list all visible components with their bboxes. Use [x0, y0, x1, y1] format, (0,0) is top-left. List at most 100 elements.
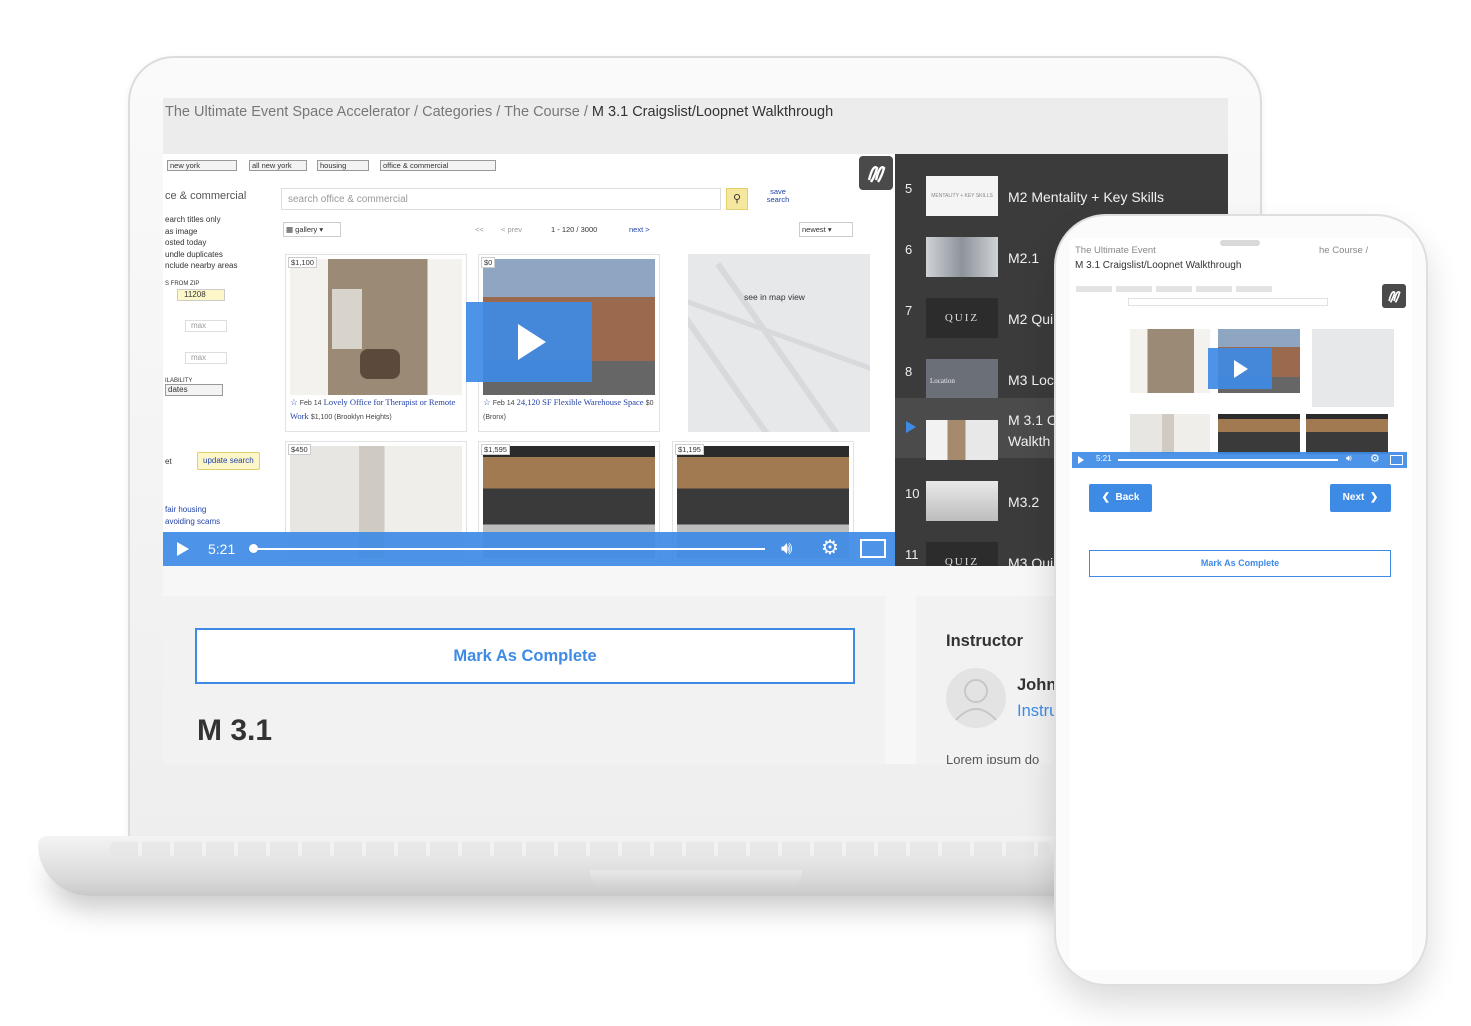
playlist-item-title: M2 Mentality + Key Skills	[1008, 189, 1164, 205]
phone-breadcrumb-end[interactable]: he Course /	[1319, 245, 1368, 256]
gear-icon[interactable]: ⚙︎	[821, 538, 839, 558]
phone-listing-image	[1130, 414, 1210, 454]
playlist-item-number: 5	[905, 181, 913, 196]
instructor-bio: Lorem ipsum do	[946, 752, 1040, 764]
chevron-right-icon: ❯	[1369, 492, 1379, 503]
phone-video-progress-track[interactable]	[1118, 459, 1338, 461]
phone-video-controls: 5:21 🔊︎ ⚙︎	[1072, 452, 1407, 468]
phone-map	[1312, 329, 1394, 407]
cl-max-input: max	[185, 320, 227, 332]
fullscreen-icon[interactable]	[860, 539, 886, 558]
phone-mark-complete-button[interactable]: Mark As Complete	[1089, 550, 1391, 577]
cl-update-search-button: update search	[197, 452, 260, 470]
video-player[interactable]: new york all new york housing office & c…	[163, 154, 895, 566]
playlist-title-line: M 3.1 C	[1008, 412, 1058, 428]
listing-meta: $1,100 (Brooklyn Heights)	[310, 414, 392, 421]
cl-pagination-prev: < prev	[501, 225, 523, 234]
playlist-item-title: M2 Qui	[1008, 311, 1054, 327]
gear-icon[interactable]: ⚙︎	[1370, 452, 1380, 465]
play-icon	[1234, 360, 1248, 378]
playlist-thumbnail	[926, 481, 998, 521]
mark-complete-button[interactable]: Mark As Complete	[195, 628, 855, 684]
playlist-item-title: M3 Loc	[1008, 372, 1054, 388]
video-time: 5:21	[208, 541, 236, 557]
breadcrumb-item-categories[interactable]: Categories	[422, 104, 492, 120]
playlist-title-line: Walkth	[1008, 433, 1051, 449]
listing-image	[290, 259, 462, 395]
play-icon[interactable]	[177, 542, 189, 556]
back-button[interactable]: ❮ Back	[1089, 484, 1152, 512]
search-icon: ⚲	[726, 188, 748, 210]
phone-speaker	[1220, 240, 1260, 246]
video-progress-track[interactable]	[253, 548, 765, 550]
cl-pagination-range: 1 - 120 / 3000	[551, 225, 598, 234]
playlist-item-number: 11	[905, 547, 919, 562]
back-button-label: Back	[1115, 492, 1140, 503]
cl-filter: undle duplicates	[165, 249, 223, 259]
listing-date: Feb 14	[492, 400, 515, 407]
cl-max-input-2: max	[185, 352, 227, 364]
breadcrumb-item-course-name[interactable]: The Ultimate Event Space Accelerator	[165, 104, 410, 120]
breadcrumb: The Ultimate Event Space Accelerator / C…	[165, 104, 833, 120]
instructor-name: John	[1017, 676, 1057, 694]
playlist-thumbnail: MENTALITY + KEY SKILLS	[926, 176, 998, 216]
video-play-button[interactable]	[466, 302, 592, 382]
listing-caption: ☆ Feb 14 Lovely Office for Therapist or …	[290, 397, 456, 421]
phone-cl-search	[1128, 298, 1328, 306]
next-button-label: Next	[1342, 492, 1365, 503]
cl-filter-list: earch titles only as image osted today u…	[165, 214, 238, 272]
phone-breadcrumb-start[interactable]: The Ultimate Event	[1075, 245, 1156, 256]
cl-select-category: office & commercial	[380, 160, 496, 171]
phone-video-play-button[interactable]	[1208, 348, 1272, 389]
cl-search-input: search office & commercial	[281, 188, 721, 210]
video-progress-handle[interactable]	[249, 544, 258, 553]
phone-brand-logo-icon	[1382, 284, 1406, 308]
brand-logo-icon	[859, 156, 893, 190]
video-controls: 5:21 🔊︎ ⚙︎	[163, 532, 895, 566]
cl-filter: nclude nearby areas	[165, 261, 238, 270]
playlist-thumbnail	[926, 420, 998, 460]
playlist-thumbnail: QUIZ	[926, 542, 998, 566]
playlist-item-number: 10	[905, 486, 920, 501]
playlist-item[interactable]: 5 MENTALITY + KEY SKILLS M2 Mentality + …	[895, 154, 1228, 216]
volume-icon[interactable]: 🔊︎	[781, 538, 792, 558]
fullscreen-icon[interactable]	[1390, 455, 1403, 465]
instructor-role[interactable]: Instru	[1017, 702, 1058, 721]
playlist-item-title: M2.1	[1008, 250, 1040, 266]
play-icon[interactable]	[1078, 456, 1084, 464]
cl-select-city: new york	[167, 160, 237, 171]
cl-filter: osted today	[165, 238, 207, 247]
playlist-item-number: 8	[905, 364, 913, 379]
breadcrumb-current: M 3.1 Craigslist/Loopnet Walkthrough	[591, 104, 834, 120]
cl-select-section: housing	[317, 160, 369, 171]
breadcrumb-separator: /	[410, 104, 423, 120]
laptop-notch	[590, 870, 802, 886]
cl-footer-link: avoiding scams	[165, 516, 221, 526]
chevron-left-icon: ❮	[1101, 492, 1110, 503]
volume-icon[interactable]: 🔊︎	[1346, 453, 1352, 464]
phone-cl-selects	[1076, 286, 1276, 292]
next-button[interactable]: Next ❯	[1330, 484, 1391, 512]
phone-video-player[interactable]: 5:21 🔊︎ ⚙︎	[1072, 284, 1407, 470]
phone-screen: The Ultimate Event he Course / M 3.1 Cra…	[1070, 238, 1412, 970]
listing-price: $1,100	[288, 257, 317, 268]
listing-price: $0	[481, 257, 496, 268]
cl-availability-select: dates	[165, 384, 223, 396]
listing-caption: ☆ Feb 14 24,120 SF Flexible Warehouse Sp…	[483, 397, 654, 421]
breadcrumb-item-the-course[interactable]: The Course	[504, 104, 580, 120]
breadcrumb-bar: The Ultimate Event Space Accelerator / C…	[163, 98, 1228, 154]
cl-zip-input: 11208	[177, 289, 225, 301]
cl-pagination-first: <<	[475, 225, 484, 234]
playlist-thumbnail: QUIZ	[926, 298, 998, 338]
avatar	[946, 668, 1006, 728]
playlist-item-number: 7	[905, 303, 913, 318]
cl-partial-label: et	[165, 457, 172, 466]
phone-listing-image	[1306, 414, 1388, 454]
listing-date: Feb 14	[299, 400, 322, 407]
cl-footer-links: fair housing avoiding scams	[165, 504, 220, 527]
listing-price: $450	[288, 444, 311, 455]
laptop-keyboard	[110, 842, 1050, 856]
lesson-content: Mark As Complete M 3.1	[163, 596, 885, 764]
listing-card: $1,100 ☆ Feb 14 Lovely Office for Therap…	[285, 254, 467, 432]
breadcrumb-separator: /	[579, 104, 592, 120]
